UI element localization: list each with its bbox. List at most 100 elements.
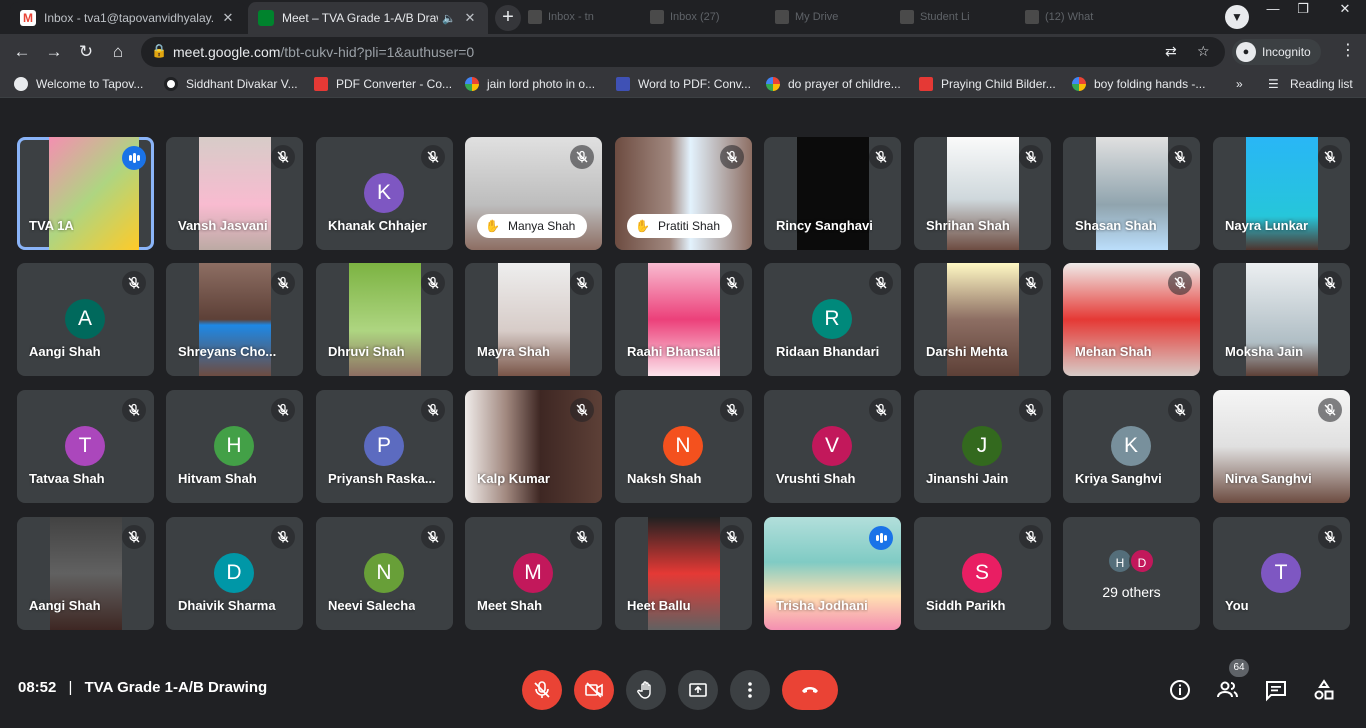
incognito-badge[interactable]: ● Incognito bbox=[1232, 39, 1321, 65]
participant-tile[interactable]: D Dhaivik Sharma bbox=[166, 517, 303, 630]
minimize-icon[interactable]: — bbox=[1258, 0, 1288, 20]
chrome-menu-icon[interactable]: ⋮ bbox=[1340, 40, 1356, 60]
meeting-details-icon[interactable] bbox=[1168, 678, 1192, 702]
participant-tile[interactable]: Rincy Sanghavi bbox=[764, 137, 901, 250]
back-icon[interactable]: ← bbox=[10, 40, 34, 64]
activities-icon[interactable] bbox=[1312, 678, 1336, 702]
participant-video bbox=[947, 137, 1019, 250]
more-options-button[interactable] bbox=[730, 670, 770, 710]
raised-hand-pill: ✋ Manya Shah bbox=[477, 214, 588, 238]
mic-muted-icon bbox=[869, 398, 893, 422]
participant-tile[interactable]: Vansh Jasvani bbox=[166, 137, 303, 250]
participant-name: Dhaivik Sharma bbox=[178, 598, 276, 613]
pdf-converter-icon bbox=[314, 77, 328, 91]
participant-name: Tatvaa Shah bbox=[29, 471, 105, 486]
others-tile[interactable]: H D 29 others bbox=[1063, 517, 1200, 630]
participant-tile[interactable]: Dhruvi Shah bbox=[316, 263, 453, 376]
image-site-icon bbox=[919, 77, 933, 91]
participant-tile[interactable]: TVA 1A bbox=[17, 137, 154, 250]
clock-time: 08:52 bbox=[18, 679, 57, 696]
close-window-icon[interactable]: ✕ bbox=[1324, 0, 1366, 20]
participant-video bbox=[199, 263, 271, 376]
tab-search-icon[interactable]: ▼ bbox=[1225, 5, 1249, 29]
participant-tile[interactable]: V Vrushti Shah bbox=[764, 390, 901, 503]
background-tab[interactable]: Student Li bbox=[900, 8, 970, 26]
participant-video bbox=[947, 263, 1019, 376]
bookmark-star-icon[interactable]: ☆ bbox=[1197, 43, 1210, 60]
tab-google-meet[interactable]: Meet – TVA Grade 1-A/B Drawing 🔈 ✕ bbox=[248, 2, 488, 34]
reload-icon[interactable]: ↻ bbox=[74, 40, 98, 64]
participant-tile[interactable]: Trisha Jodhani bbox=[764, 517, 901, 630]
participant-tile[interactable]: Kalp Kumar bbox=[465, 390, 602, 503]
background-tab[interactable]: Inbox - tn bbox=[528, 8, 594, 26]
mic-muted-icon bbox=[122, 525, 146, 549]
chat-icon[interactable] bbox=[1264, 678, 1288, 702]
camera-off-button[interactable] bbox=[574, 670, 614, 710]
new-tab-button[interactable]: + bbox=[495, 5, 521, 31]
participant-tile[interactable]: Mehan Shah bbox=[1063, 263, 1200, 376]
audio-playing-icon[interactable]: 🔈 bbox=[442, 12, 456, 25]
participant-tile[interactable]: T You bbox=[1213, 517, 1350, 630]
bookmark-item[interactable]: Word to PDF: Conv... bbox=[616, 76, 751, 92]
participant-tile[interactable]: Nirva Sanghvi bbox=[1213, 390, 1350, 503]
participant-tile[interactable]: Mayra Shah bbox=[465, 263, 602, 376]
participant-tile[interactable]: K Kriya Sanghvi bbox=[1063, 390, 1200, 503]
google-icon bbox=[766, 77, 780, 91]
bookmark-item[interactable]: boy folding hands -... bbox=[1072, 76, 1205, 92]
bookmark-item[interactable]: jain lord photo in o... bbox=[465, 76, 595, 92]
participant-tile[interactable]: Raahi Bhansali bbox=[615, 263, 752, 376]
present-screen-button[interactable] bbox=[678, 670, 718, 710]
participant-tile[interactable]: K Khanak Chhajer bbox=[316, 137, 453, 250]
close-tab-icon[interactable]: ✕ bbox=[220, 10, 236, 26]
bookmark-item[interactable]: Siddhant Divakar V... bbox=[164, 76, 298, 92]
people-icon[interactable] bbox=[1216, 678, 1240, 702]
participant-tile[interactable]: P Priyansh Raska... bbox=[316, 390, 453, 503]
background-tab[interactable]: Inbox (27) bbox=[650, 8, 720, 26]
participant-tile[interactable]: N Neevi Salecha bbox=[316, 517, 453, 630]
participant-tile[interactable]: J Jinanshi Jain bbox=[914, 390, 1051, 503]
leave-call-button[interactable] bbox=[782, 670, 838, 710]
bookmark-item[interactable]: Praying Child Bilder... bbox=[919, 76, 1056, 92]
reading-list-button[interactable]: ☰ Reading list bbox=[1268, 76, 1353, 92]
bookmark-item[interactable]: PDF Converter - Co... bbox=[314, 76, 452, 92]
participant-tile[interactable]: H Hitvam Shah bbox=[166, 390, 303, 503]
participant-name: Dhruvi Shah bbox=[328, 344, 405, 359]
translate-icon[interactable]: ⇄ bbox=[1165, 43, 1177, 60]
restore-icon[interactable]: ❐ bbox=[1288, 0, 1318, 20]
participant-tile[interactable]: Shasan Shah bbox=[1063, 137, 1200, 250]
tab-favicon bbox=[1025, 10, 1039, 24]
participant-tile[interactable]: S Siddh Parikh bbox=[914, 517, 1051, 630]
more-bookmarks-icon[interactable]: » bbox=[1236, 76, 1243, 92]
participant-tile[interactable]: Shreyans Cho... bbox=[166, 263, 303, 376]
bookmark-item[interactable]: do prayer of childre... bbox=[766, 76, 901, 92]
participant-tile[interactable]: M Meet Shah bbox=[465, 517, 602, 630]
participant-tile[interactable]: A Aangi Shah bbox=[17, 263, 154, 376]
participant-tile[interactable]: Heet Ballu bbox=[615, 517, 752, 630]
url-text[interactable]: meet.google.com/tbt-cukv-hid?pli=1&authu… bbox=[173, 44, 474, 60]
participant-tile[interactable]: Aangi Shah bbox=[17, 517, 154, 630]
bookmark-item[interactable]: Welcome to Tapov... bbox=[14, 76, 143, 92]
participant-tile[interactable]: T Tatvaa Shah bbox=[17, 390, 154, 503]
background-tab[interactable]: (12) What bbox=[1025, 8, 1093, 26]
tab-gmail-inbox[interactable]: M Inbox - tva1@tapovanvidhyalay.in ✕ bbox=[10, 2, 246, 34]
raised-hand-icon: ✋ bbox=[485, 219, 500, 233]
participant-tile[interactable]: Nayra Lunkar bbox=[1213, 137, 1350, 250]
background-tab[interactable]: My Drive bbox=[775, 8, 838, 26]
participant-tile[interactable]: R Ridaan Bhandari bbox=[764, 263, 901, 376]
participant-tile[interactable]: Darshi Mehta bbox=[914, 263, 1051, 376]
participant-tile[interactable]: N Naksh Shah bbox=[615, 390, 752, 503]
lock-icon[interactable]: 🔒 bbox=[151, 43, 167, 59]
mic-muted-icon bbox=[122, 271, 146, 295]
home-icon[interactable]: ⌂ bbox=[106, 40, 130, 64]
close-tab-icon[interactable]: ✕ bbox=[462, 10, 478, 26]
participant-tile[interactable]: ✋ Pratiti Shah bbox=[615, 137, 752, 250]
participant-tile[interactable]: Moksha Jain bbox=[1213, 263, 1350, 376]
participant-tile[interactable]: ✋ Manya Shah bbox=[465, 137, 602, 250]
participant-name: Shreyans Cho... bbox=[178, 344, 277, 359]
raise-hand-button[interactable] bbox=[626, 670, 666, 710]
participant-tile[interactable]: Shrihan Shah bbox=[914, 137, 1051, 250]
forward-icon[interactable]: → bbox=[42, 40, 66, 64]
microphone-off-button[interactable] bbox=[522, 670, 562, 710]
address-bar[interactable]: 🔒 meet.google.com/tbt-cukv-hid?pli=1&aut… bbox=[141, 37, 1225, 67]
participant-video bbox=[199, 137, 271, 250]
